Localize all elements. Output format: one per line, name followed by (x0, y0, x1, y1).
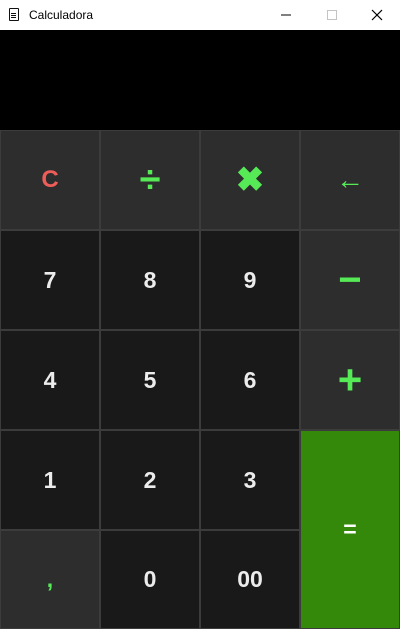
backspace-icon: ← (336, 164, 364, 195)
calculator-icon (9, 8, 19, 21)
maximize-icon (327, 10, 337, 20)
digit-6-label: 6 (243, 366, 257, 393)
plus-icon: + (337, 356, 363, 403)
digit-1-label: 1 (43, 466, 57, 493)
double-zero-button[interactable]: 00 (200, 530, 300, 629)
multiply-icon: ✖ (235, 161, 265, 199)
digit-5-label: 5 (143, 366, 157, 393)
close-icon (371, 9, 383, 21)
equals-label: = (343, 516, 357, 542)
digit-6-button[interactable]: 6 (200, 330, 300, 430)
decimal-comma-button[interactable]: , (0, 530, 100, 629)
minimize-button[interactable] (263, 0, 309, 30)
digit-3-button[interactable]: 3 (200, 430, 300, 530)
maximize-button[interactable] (309, 0, 355, 30)
clear-label: C (41, 166, 59, 193)
title-bar: Calculadora (0, 0, 400, 30)
divide-icon: ÷ (139, 158, 161, 201)
digit-9-button[interactable]: 9 (200, 230, 300, 330)
digit-7-button[interactable]: 7 (0, 230, 100, 330)
digit-0-label: 0 (143, 566, 157, 592)
clear-button[interactable]: C (0, 130, 100, 230)
digit-8-label: 8 (143, 266, 157, 293)
plus-button[interactable]: + (300, 330, 400, 430)
digit-4-button[interactable]: 4 (0, 330, 100, 430)
digit-2-label: 2 (143, 466, 157, 493)
multiply-button[interactable]: ✖ (200, 130, 300, 230)
backspace-button[interactable]: ← (300, 130, 400, 230)
divide-button[interactable]: ÷ (100, 130, 200, 230)
result-display (0, 30, 400, 130)
digit-7-label: 7 (43, 266, 57, 293)
minus-icon: − (338, 257, 362, 302)
digit-4-label: 4 (43, 366, 57, 393)
close-button[interactable] (354, 0, 400, 30)
digit-1-button[interactable]: 1 (0, 430, 100, 530)
digit-2-button[interactable]: 2 (100, 430, 200, 530)
window-title: Calculadora (29, 8, 94, 22)
minimize-icon (281, 14, 291, 16)
digit-0-button[interactable]: 0 (100, 530, 200, 629)
double-zero-label: 00 (237, 566, 263, 592)
digit-8-button[interactable]: 8 (100, 230, 200, 330)
digit-9-label: 9 (243, 266, 257, 293)
minus-button[interactable]: − (300, 230, 400, 330)
digit-5-button[interactable]: 5 (100, 330, 200, 430)
digit-3-label: 3 (243, 466, 257, 493)
keypad: C ÷ ✖ ← 7 8 9 − 4 5 6 + 1 2 3 = , 0 00 (0, 130, 400, 629)
calculator-window: Calculadora C ÷ ✖ ← 7 8 9 − 4 5 6 + 1 2 … (0, 0, 400, 629)
equals-button[interactable]: = (300, 430, 400, 629)
decimal-comma-label: , (46, 566, 54, 592)
